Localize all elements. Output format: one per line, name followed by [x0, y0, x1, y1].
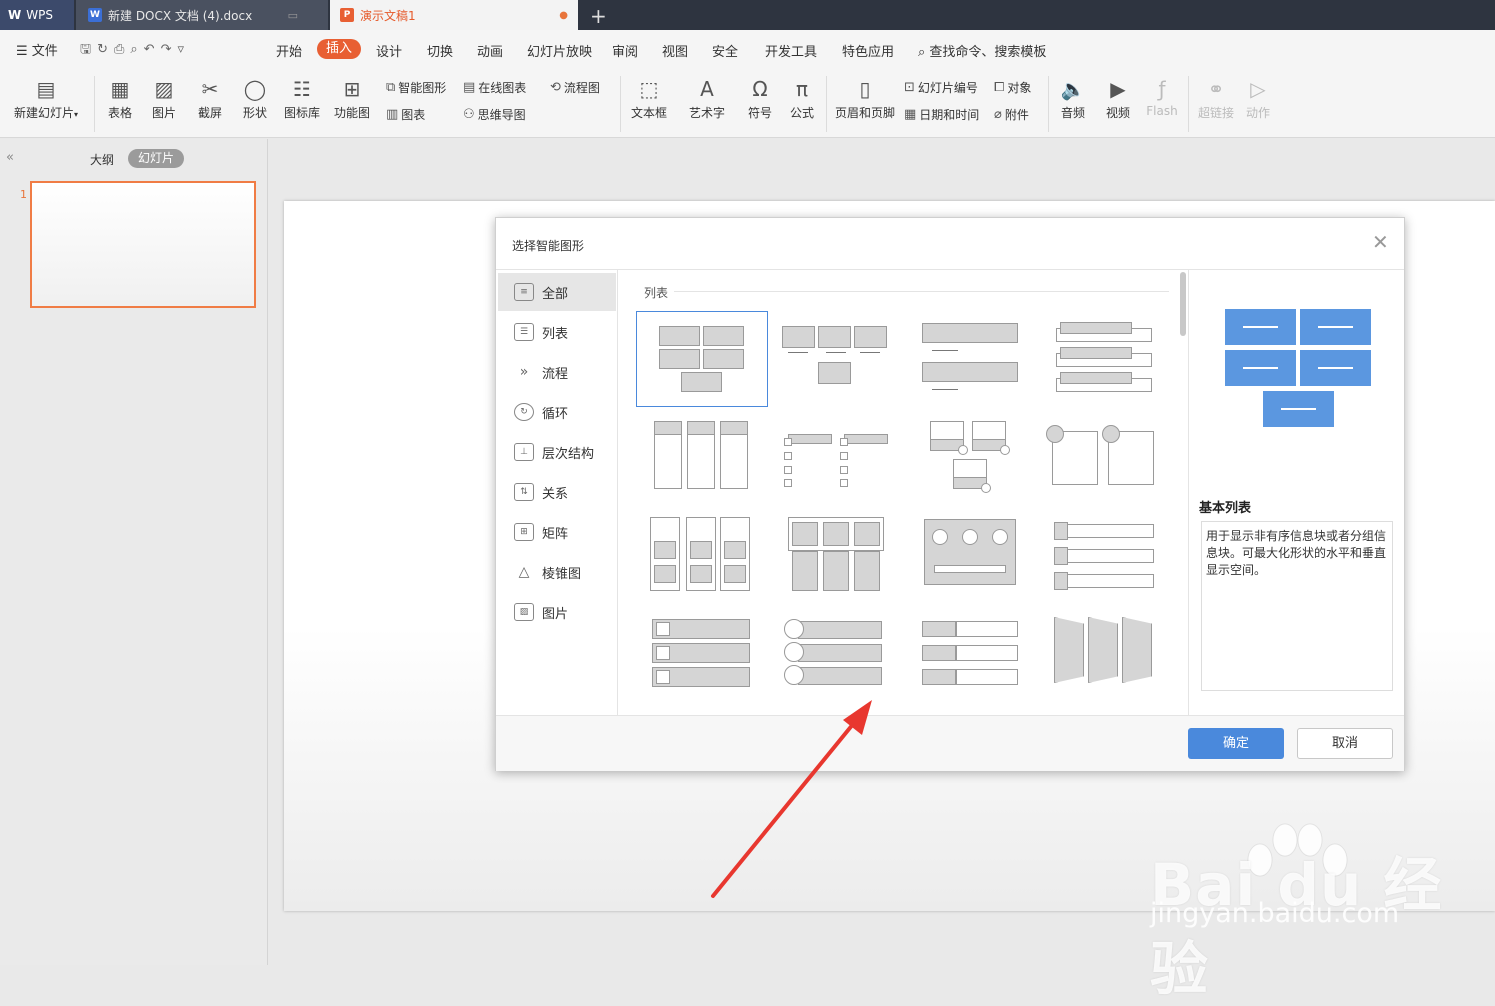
- watermark-url: jingyan.baidu.com: [1150, 898, 1400, 929]
